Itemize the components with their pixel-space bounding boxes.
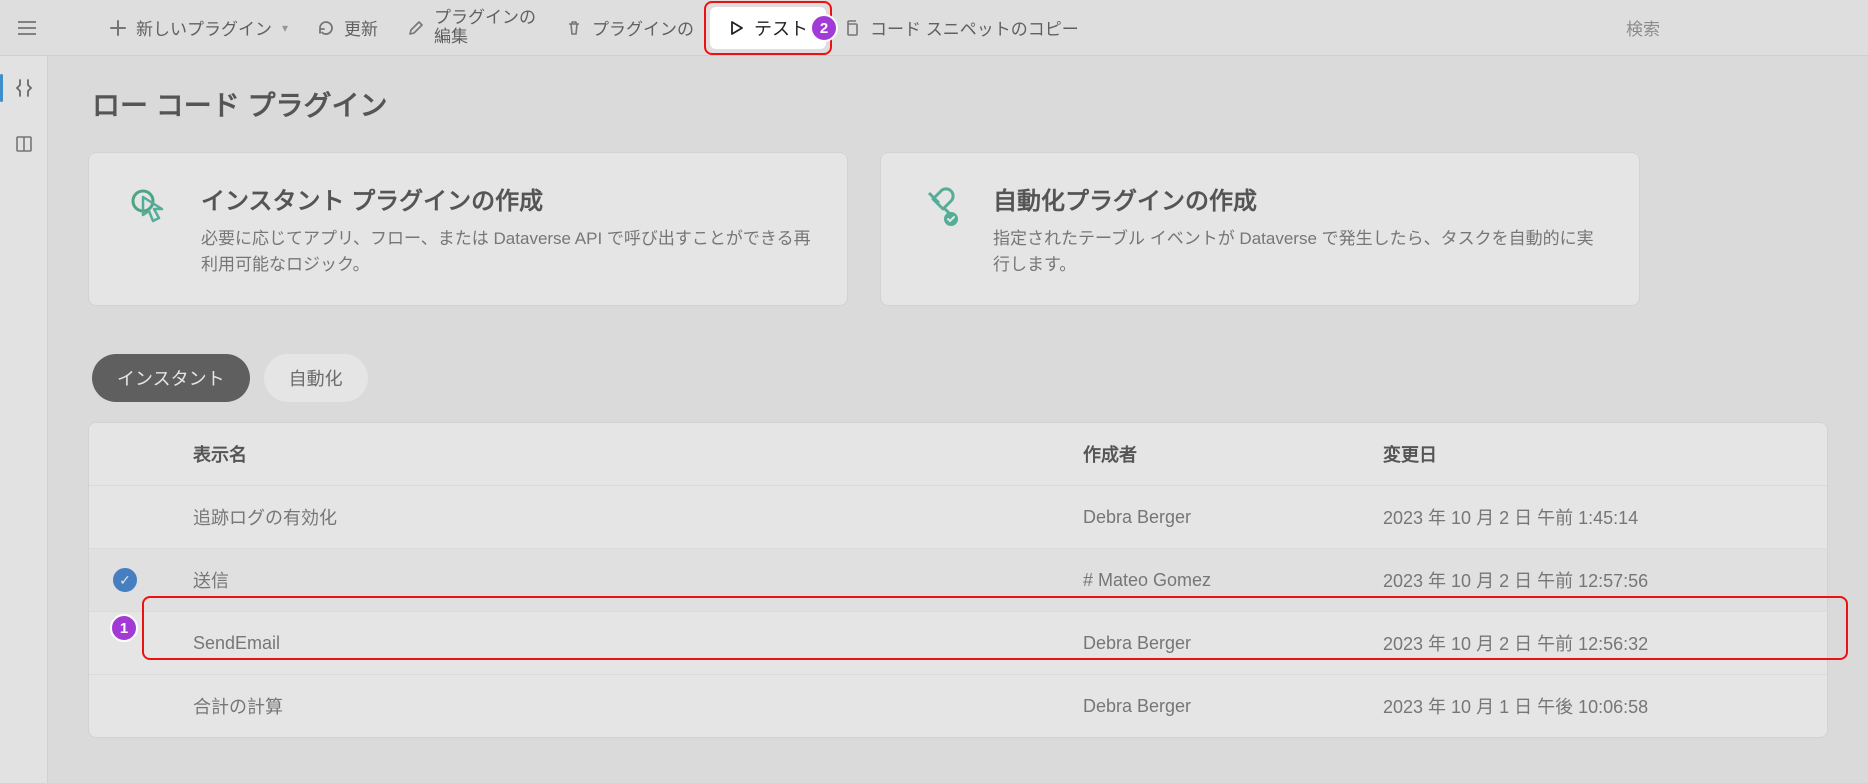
grid-header: 表示名 作成者 変更日 bbox=[89, 423, 1827, 486]
new-plugin-label: 新しいプラグイン bbox=[136, 15, 272, 40]
hamburger-icon[interactable] bbox=[18, 16, 42, 40]
card-body: インスタント プラグインの作成 必要に応じてアプリ、フロー、または Datave… bbox=[201, 181, 815, 277]
delete-plugin-label: プラグインの bbox=[592, 15, 694, 40]
pencil-icon bbox=[406, 18, 426, 38]
refresh-icon bbox=[316, 18, 336, 38]
cell-modified: 2023 年 10 月 2 日 午前 12:56:32 bbox=[1383, 630, 1803, 656]
test-button[interactable]: テスト bbox=[710, 7, 826, 49]
refresh-button[interactable]: 更新 bbox=[304, 9, 390, 46]
cell-author: Debra Berger bbox=[1083, 633, 1383, 654]
cell-name: 送信 bbox=[193, 567, 1083, 593]
callout-badge-2: 2 bbox=[810, 14, 838, 42]
card-automated-desc: 指定されたテーブル イベントが Dataverse で発生したら、タスクを自動的… bbox=[993, 226, 1607, 277]
col-display-name[interactable]: 表示名 bbox=[193, 441, 1083, 467]
refresh-label: 更新 bbox=[344, 15, 378, 40]
copy-snippet-button[interactable]: コード スニペットのコピー bbox=[830, 9, 1091, 46]
rail-item-plugin[interactable] bbox=[4, 68, 44, 108]
tab-instant[interactable]: インスタント bbox=[92, 354, 250, 402]
table-row[interactable]: SendEmail Debra Berger 2023 年 10 月 2 日 午… bbox=[89, 612, 1827, 675]
plugin-grid: 表示名 作成者 変更日 追跡ログの有効化 Debra Berger 2023 年… bbox=[88, 422, 1828, 738]
main-content: ロー コード プラグイン インスタント プラグインの作成 必要に応じてアプリ、フ… bbox=[48, 56, 1868, 783]
col-created-by[interactable]: 作成者 bbox=[1083, 441, 1383, 467]
cell-author: Debra Berger bbox=[1083, 507, 1383, 528]
tap-icon bbox=[121, 181, 177, 237]
edit-plugin-button[interactable]: プラグインの編集 bbox=[394, 3, 548, 52]
cell-modified: 2023 年 10 月 2 日 午前 1:45:14 bbox=[1383, 504, 1803, 530]
cell-name: 追跡ログの有効化 bbox=[193, 504, 1083, 530]
card-body: 自動化プラグインの作成 指定されたテーブル イベントが Dataverse で発… bbox=[993, 181, 1607, 277]
trash-icon bbox=[564, 18, 584, 38]
cell-modified: 2023 年 10 月 1 日 午後 10:06:58 bbox=[1383, 693, 1803, 719]
card-instant-desc: 必要に応じてアプリ、フロー、または Dataverse API で呼び出すことが… bbox=[201, 226, 815, 277]
tab-row: インスタント 自動化 bbox=[92, 354, 1828, 402]
toolbar: 新しいプラグイン ▾ 更新 プラグインの編集 プラグインの 2 テスト bbox=[0, 0, 1868, 56]
tab-automated[interactable]: 自動化 bbox=[264, 354, 368, 402]
delete-plugin-button[interactable]: プラグインの bbox=[552, 9, 706, 46]
cell-name: 合計の計算 bbox=[193, 693, 1083, 719]
plus-icon bbox=[108, 18, 128, 38]
cell-name: SendEmail bbox=[193, 633, 1083, 654]
search-placeholder: 検索 bbox=[1626, 15, 1660, 40]
search-input[interactable]: 検索 bbox=[1616, 10, 1836, 46]
col-modified[interactable]: 変更日 bbox=[1383, 441, 1803, 467]
chevron-down-icon: ▾ bbox=[282, 21, 288, 35]
new-plugin-button[interactable]: 新しいプラグイン ▾ bbox=[96, 9, 300, 46]
copy-snippet-label: コード スニペットのコピー bbox=[870, 15, 1079, 40]
play-icon bbox=[728, 20, 744, 36]
test-button-wrap: テスト bbox=[710, 7, 826, 49]
left-rail bbox=[0, 56, 48, 783]
cell-author: # Mateo Gomez bbox=[1083, 570, 1383, 591]
table-row[interactable]: ✓ 送信 # Mateo Gomez 2023 年 10 月 2 日 午前 12… bbox=[89, 549, 1827, 612]
card-instant-title: インスタント プラグインの作成 bbox=[201, 181, 815, 216]
plug-icon bbox=[913, 181, 969, 237]
rail-item-book[interactable] bbox=[4, 124, 44, 164]
card-automated-plugin[interactable]: 自動化プラグインの作成 指定されたテーブル イベントが Dataverse で発… bbox=[880, 152, 1640, 306]
table-row[interactable]: 追跡ログの有効化 Debra Berger 2023 年 10 月 2 日 午前… bbox=[89, 486, 1827, 549]
card-automated-title: 自動化プラグインの作成 bbox=[993, 181, 1607, 216]
cell-author: Debra Berger bbox=[1083, 696, 1383, 717]
callout-badge-1: 1 bbox=[110, 614, 138, 642]
copy-icon bbox=[842, 18, 862, 38]
page-title: ロー コード プラグイン bbox=[92, 84, 1828, 124]
test-label: テスト bbox=[754, 15, 808, 41]
edit-plugin-label: プラグインの編集 bbox=[434, 9, 536, 46]
card-instant-plugin[interactable]: インスタント プラグインの作成 必要に応じてアプリ、フロー、または Datave… bbox=[88, 152, 848, 306]
check-icon[interactable]: ✓ bbox=[113, 568, 137, 592]
card-row: インスタント プラグインの作成 必要に応じてアプリ、フロー、または Datave… bbox=[88, 152, 1828, 306]
cell-modified: 2023 年 10 月 2 日 午前 12:57:56 bbox=[1383, 567, 1803, 593]
table-row[interactable]: 合計の計算 Debra Berger 2023 年 10 月 1 日 午後 10… bbox=[89, 675, 1827, 737]
